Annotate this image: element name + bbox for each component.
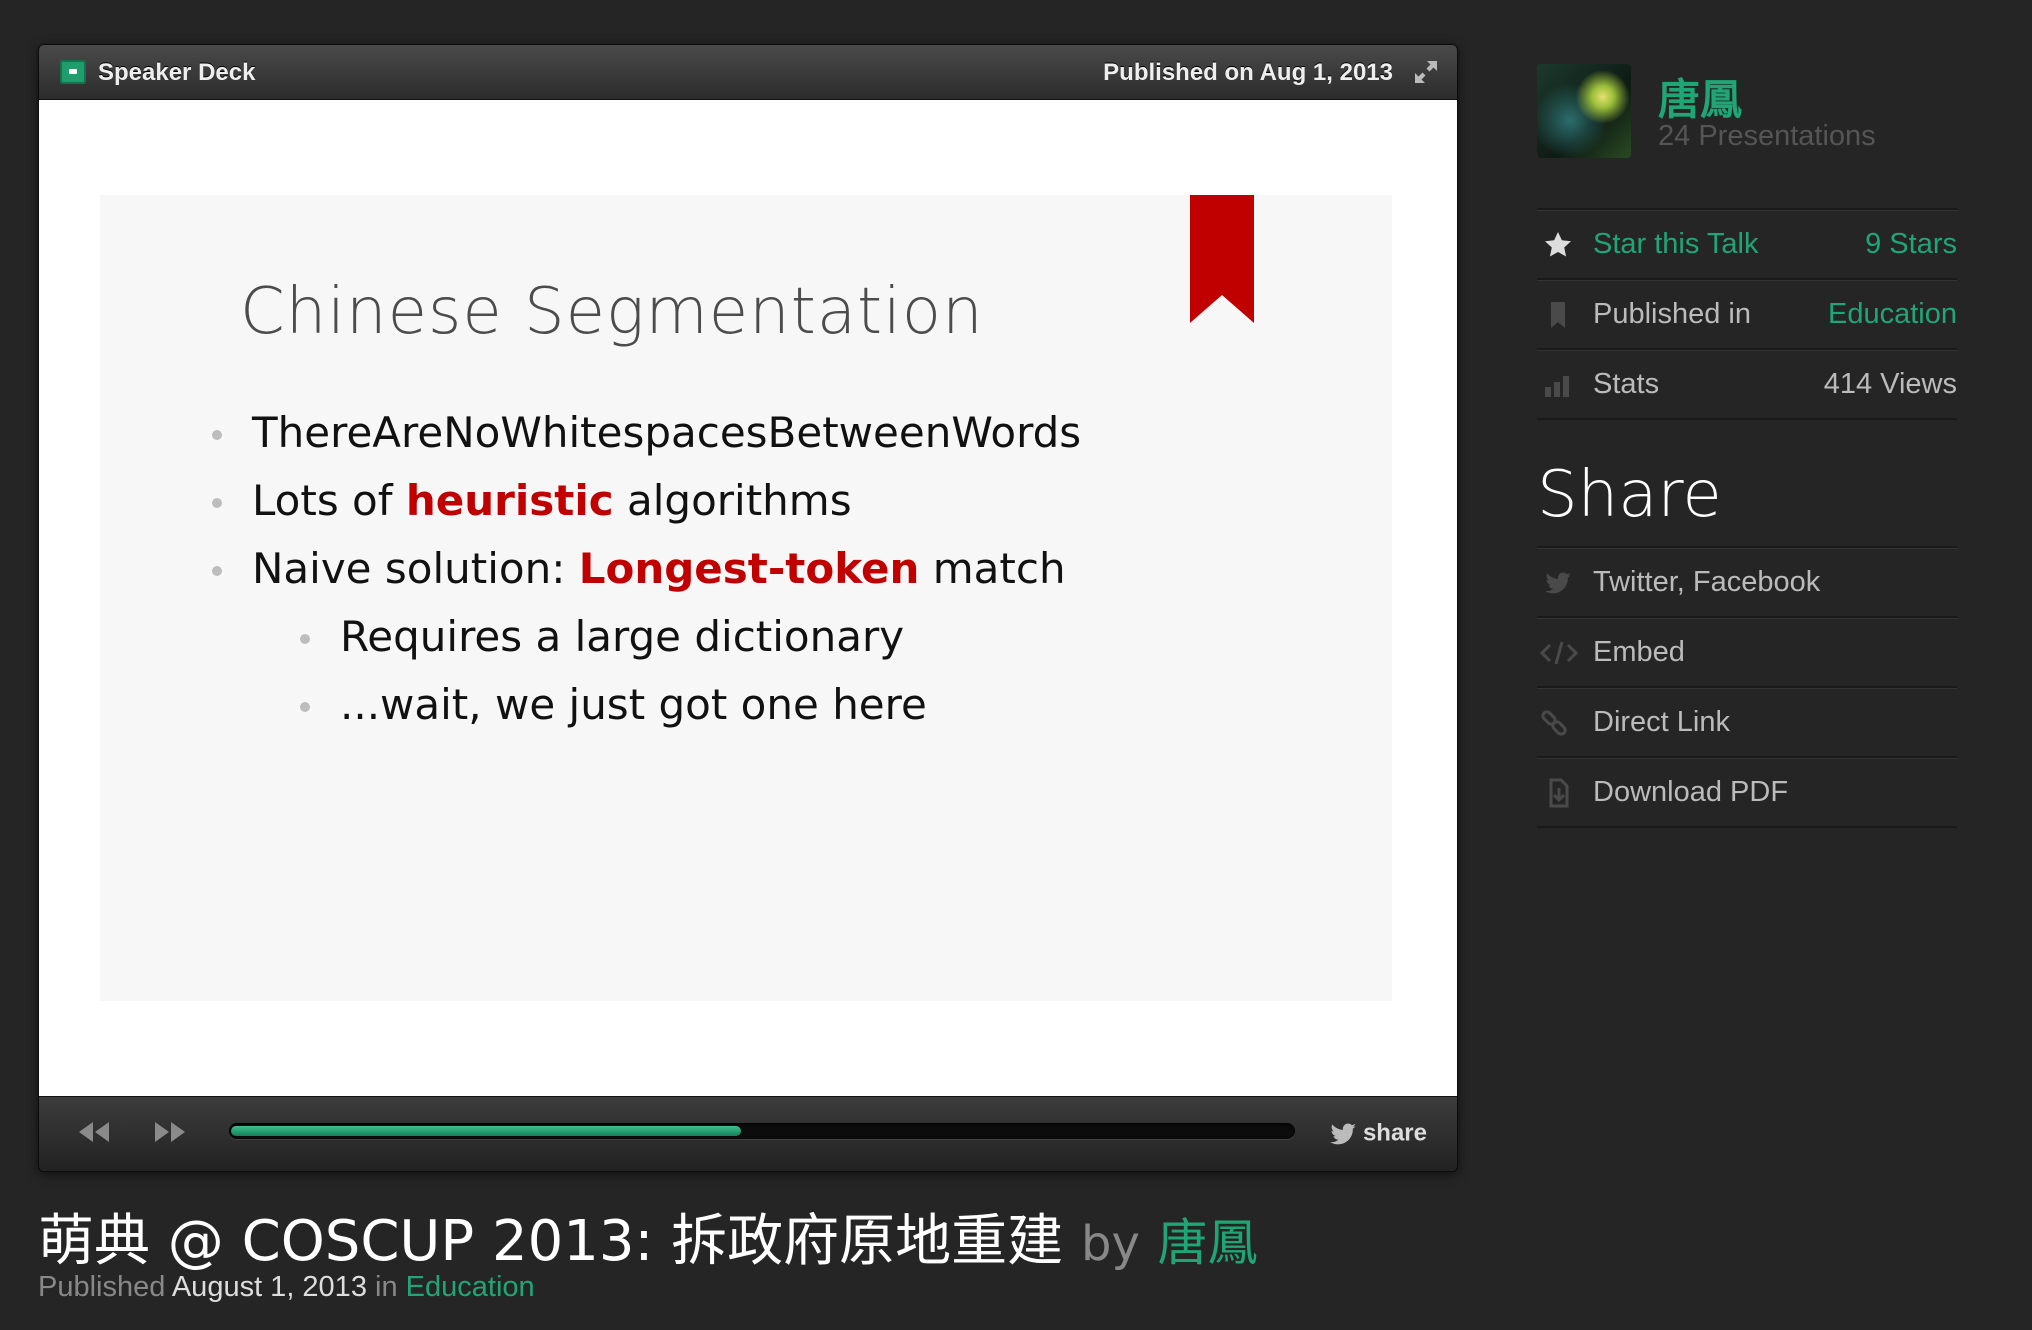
published-in-category-link[interactable]: Education <box>1828 298 1957 331</box>
next-slide-icon[interactable] <box>153 1119 187 1145</box>
bullet-highlight: Longest-token <box>578 544 920 593</box>
views-count: 414 Views <box>1823 368 1957 400</box>
bullet-text: Requires a large dictionary <box>340 612 905 661</box>
player-brand[interactable]: Speaker Deck <box>98 59 255 87</box>
stats-row[interactable]: Stats 414 Views <box>1537 348 1957 420</box>
author-name-link[interactable]: 唐鳳 <box>1658 66 1742 127</box>
slide-sub-bullet: ...wait, we just got one here <box>300 680 927 729</box>
player-controls: share <box>39 1096 1457 1171</box>
bullet-text: Naive solution: <box>252 544 579 593</box>
slide-sub-bullet: Requires a large dictionary <box>300 612 905 661</box>
slide-progress-bar[interactable] <box>229 1123 1295 1139</box>
bullet-dot <box>212 430 222 440</box>
published-prefix: Published <box>38 1271 166 1303</box>
bullet-dot <box>212 566 222 576</box>
talk-title: 萌典 @ COSCUP 2013: 拆政府原地重建 by 唐鳳 <box>38 1196 1258 1277</box>
published-in-row: Published in Education <box>1537 278 1957 348</box>
bullet-dot <box>212 498 222 508</box>
talk-author-link[interactable]: 唐鳳 <box>1158 1214 1258 1272</box>
player-published-date: Published on Aug 1, 2013 <box>1103 59 1393 86</box>
bar-chart-icon <box>1545 376 1569 397</box>
slide-player: Speaker Deck Published on Aug 1, 2013 Ch… <box>38 44 1458 1172</box>
player-top-bar: Speaker Deck Published on Aug 1, 2013 <box>39 45 1457 100</box>
slide-bullet: ThereAreNoWhitespacesBetweenWords <box>212 408 1082 457</box>
twitter-bird-icon <box>1329 1123 1356 1145</box>
published-in-word: in <box>375 1271 398 1303</box>
slide-bullet: Lots of heuristic algorithms <box>212 476 852 525</box>
link-chain-icon <box>1541 710 1567 736</box>
author-avatar[interactable] <box>1537 64 1631 158</box>
share-label: share <box>1362 1119 1427 1147</box>
progress-fill <box>231 1126 741 1136</box>
slide-viewport[interactable]: Chinese Segmentation ThereAreNoWhitespac… <box>39 100 1457 1096</box>
bullet-dot <box>300 702 310 712</box>
share-embed[interactable]: Embed <box>1537 616 1957 686</box>
twitter-bird-icon <box>1545 572 1571 594</box>
star-count: 9 Stars <box>1865 228 1957 260</box>
star-talk-label: Star this Talk <box>1593 228 1759 260</box>
bookmark-icon <box>1551 302 1565 328</box>
share-download-pdf[interactable]: Download PDF <box>1537 756 1957 828</box>
share-heading: Share <box>1537 458 1722 532</box>
share-item-label: Direct Link <box>1593 706 1730 738</box>
share-item-label: Download PDF <box>1593 776 1789 808</box>
slide: Chinese Segmentation ThereAreNoWhitespac… <box>100 195 1392 1001</box>
embed-code-icon <box>1539 641 1579 665</box>
star-talk-row[interactable]: Star this Talk 9 Stars <box>1537 208 1957 278</box>
bullet-text: ...wait, we just got one here <box>340 680 927 729</box>
bullet-dot <box>300 634 310 644</box>
author-presentation-count[interactable]: 24 Presentations <box>1658 120 1876 153</box>
share-item-label: Embed <box>1593 636 1685 668</box>
share-direct-link[interactable]: Direct Link <box>1537 686 1957 756</box>
bullet-text: algorithms <box>613 476 852 525</box>
download-file-icon <box>1549 778 1569 808</box>
category-link[interactable]: Education <box>406 1271 535 1303</box>
star-icon <box>1545 232 1571 257</box>
talk-meta: Published August 1, 2013 in Education <box>38 1271 535 1304</box>
talk-title-text: 萌典 @ COSCUP 2013: 拆政府原地重建 <box>38 1209 1064 1274</box>
share-twitter-facebook[interactable]: Twitter, Facebook <box>1537 546 1957 616</box>
fullscreen-icon[interactable] <box>1413 59 1439 85</box>
talk-by: by <box>1080 1216 1140 1272</box>
published-date: August 1, 2013 <box>171 1271 367 1303</box>
bullet-highlight: heuristic <box>405 476 614 525</box>
bullet-text: Lots of <box>252 476 406 525</box>
share-item-label: Twitter, Facebook <box>1593 566 1821 598</box>
share-button[interactable]: share <box>1329 1119 1427 1148</box>
bullet-text: ThereAreNoWhitespacesBetweenWords <box>252 408 1082 457</box>
bullet-text: match <box>919 544 1066 593</box>
bookmark-ribbon-icon <box>1190 195 1254 323</box>
slide-bullet: Naive solution: Longest-token match <box>212 544 1066 593</box>
speaker-deck-logo-icon[interactable] <box>60 60 86 84</box>
stats-label: Stats <box>1593 368 1660 400</box>
slide-title: Chinese Segmentation <box>240 275 984 349</box>
previous-slide-icon[interactable] <box>77 1119 111 1145</box>
published-in-label: Published in <box>1593 298 1751 330</box>
